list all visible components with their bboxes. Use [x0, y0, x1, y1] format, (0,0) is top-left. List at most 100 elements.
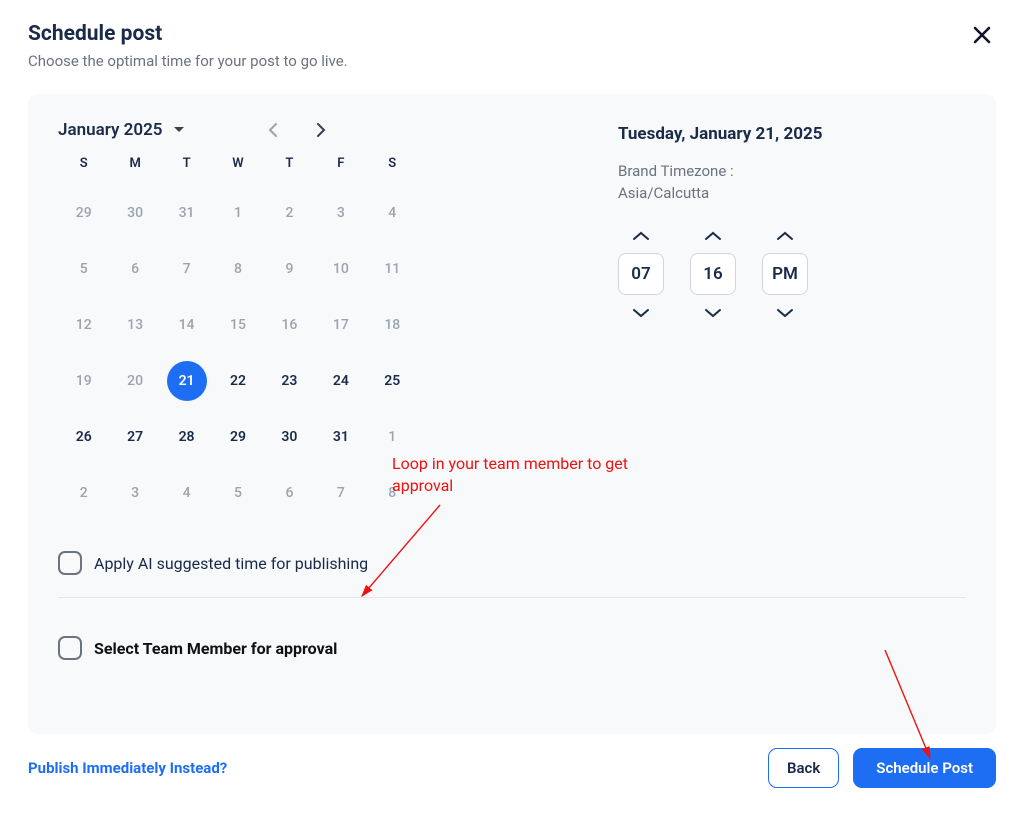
hour-segment: 07 [618, 224, 664, 324]
ampm-up-button[interactable] [770, 224, 800, 247]
modal-footer: Publish Immediately Instead? Back Schedu… [28, 748, 996, 788]
chevron-down-icon [632, 308, 650, 318]
modal-subtitle: Choose the optimal time for your post to… [28, 52, 348, 70]
calendar-day[interactable]: 5 [58, 249, 109, 289]
footer-buttons: Back Schedule Post [768, 748, 996, 788]
calendar-day[interactable]: 2 [58, 473, 109, 513]
chevron-down-icon [776, 308, 794, 318]
month-label: January 2025 [58, 120, 163, 140]
calendar-day[interactable]: 3 [315, 193, 366, 233]
calendar-day[interactable]: 22 [212, 361, 263, 401]
calendar-day[interactable]: 17 [315, 305, 366, 345]
calendar-day-of-week: T [161, 156, 212, 177]
chevron-left-icon [268, 123, 278, 137]
ampm-down-button[interactable] [770, 301, 800, 324]
calendar-day[interactable]: 8 [367, 473, 418, 513]
hour-value[interactable]: 07 [618, 253, 664, 295]
calendar-day[interactable]: 1 [212, 193, 263, 233]
calendar-day[interactable]: 6 [109, 249, 160, 289]
minute-value[interactable]: 16 [690, 253, 736, 295]
divider [58, 597, 966, 598]
calendar-day[interactable]: 21 [161, 361, 212, 401]
ai-time-option: Apply AI suggested time for publishing [58, 551, 966, 575]
calendar-day[interactable]: 5 [212, 473, 263, 513]
calendar-day[interactable]: 13 [109, 305, 160, 345]
minute-up-button[interactable] [698, 224, 728, 247]
calendar-day[interactable]: 7 [161, 249, 212, 289]
next-month-button[interactable] [311, 120, 331, 140]
calendar-day-of-week: T [264, 156, 315, 177]
calendar-day[interactable]: 25 [367, 361, 418, 401]
ai-time-checkbox[interactable] [58, 551, 82, 575]
month-selector[interactable]: January 2025 [58, 120, 185, 140]
calendar-day[interactable]: 28 [161, 417, 212, 457]
calendar-day[interactable]: 30 [264, 417, 315, 457]
calendar-day-of-week: S [367, 156, 418, 177]
calendar-day[interactable]: 7 [315, 473, 366, 513]
calendar-day-of-week: W [212, 156, 263, 177]
calendar-day[interactable]: 2 [264, 193, 315, 233]
calendar-day[interactable]: 1 [367, 417, 418, 457]
calendar-day[interactable]: 30 [109, 193, 160, 233]
calendar-day[interactable]: 29 [212, 417, 263, 457]
publish-immediately-link[interactable]: Publish Immediately Instead? [28, 759, 227, 777]
close-icon [972, 25, 992, 45]
calendar-day[interactable]: 31 [161, 193, 212, 233]
prev-month-button[interactable] [263, 120, 283, 140]
datetime-column: Tuesday, January 21, 2025 Brand Timezone… [618, 120, 822, 513]
calendar-day[interactable]: 26 [58, 417, 109, 457]
approval-option: Select Team Member for approval [58, 636, 966, 660]
calendar-day[interactable]: 23 [264, 361, 315, 401]
calendar-day[interactable]: 15 [212, 305, 263, 345]
calendar-day[interactable]: 14 [161, 305, 212, 345]
calendar-day[interactable]: 9 [264, 249, 315, 289]
close-button[interactable] [968, 22, 996, 50]
ampm-segment: PM [762, 224, 808, 324]
calendar-day[interactable]: 19 [58, 361, 109, 401]
calendar-day[interactable]: 18 [367, 305, 418, 345]
calendar-day[interactable]: 31 [315, 417, 366, 457]
calendar-day[interactable]: 6 [264, 473, 315, 513]
panel-body: January 2025 SMTWTFS29303112345678910111… [58, 120, 966, 513]
chevron-up-icon [704, 231, 722, 241]
schedule-post-modal: Schedule post Choose the optimal time fo… [0, 0, 1024, 808]
timezone-value: Asia/Calcutta [618, 184, 822, 202]
hour-up-button[interactable] [626, 224, 656, 247]
calendar-day-of-week: M [109, 156, 160, 177]
back-button[interactable]: Back [768, 748, 839, 788]
calendar-day[interactable]: 24 [315, 361, 366, 401]
calendar-day[interactable]: 11 [367, 249, 418, 289]
calendar-day[interactable]: 12 [58, 305, 109, 345]
calendar-day[interactable]: 4 [367, 193, 418, 233]
modal-header: Schedule post Choose the optimal time fo… [28, 22, 996, 70]
calendar-day[interactable]: 29 [58, 193, 109, 233]
calendar-day[interactable]: 20 [109, 361, 160, 401]
calendar-day[interactable]: 4 [161, 473, 212, 513]
minute-down-button[interactable] [698, 301, 728, 324]
chevron-up-icon [632, 231, 650, 241]
calendar-day[interactable]: 3 [109, 473, 160, 513]
timezone-label: Brand Timezone : [618, 162, 822, 180]
header-text: Schedule post Choose the optimal time fo… [28, 22, 348, 70]
modal-title: Schedule post [28, 22, 348, 46]
schedule-panel: January 2025 SMTWTFS29303112345678910111… [28, 94, 996, 734]
approval-label: Select Team Member for approval [94, 639, 337, 658]
selected-date: Tuesday, January 21, 2025 [618, 124, 822, 144]
calendar-day[interactable]: 27 [109, 417, 160, 457]
calendar-nav [263, 120, 331, 140]
chevron-up-icon [776, 231, 794, 241]
calendar-header: January 2025 [58, 120, 418, 140]
calendar-day-of-week: F [315, 156, 366, 177]
calendar-grid: SMTWTFS293031123456789101112131415161718… [58, 156, 418, 513]
calendar-day-of-week: S [58, 156, 109, 177]
ampm-value[interactable]: PM [762, 253, 808, 295]
calendar-day[interactable]: 8 [212, 249, 263, 289]
hour-down-button[interactable] [626, 301, 656, 324]
approval-checkbox[interactable] [58, 636, 82, 660]
caret-down-icon [173, 124, 185, 136]
ai-time-label: Apply AI suggested time for publishing [94, 554, 368, 573]
schedule-post-button[interactable]: Schedule Post [853, 748, 996, 788]
calendar-day[interactable]: 10 [315, 249, 366, 289]
calendar-day[interactable]: 16 [264, 305, 315, 345]
calendar: January 2025 SMTWTFS29303112345678910111… [58, 120, 418, 513]
